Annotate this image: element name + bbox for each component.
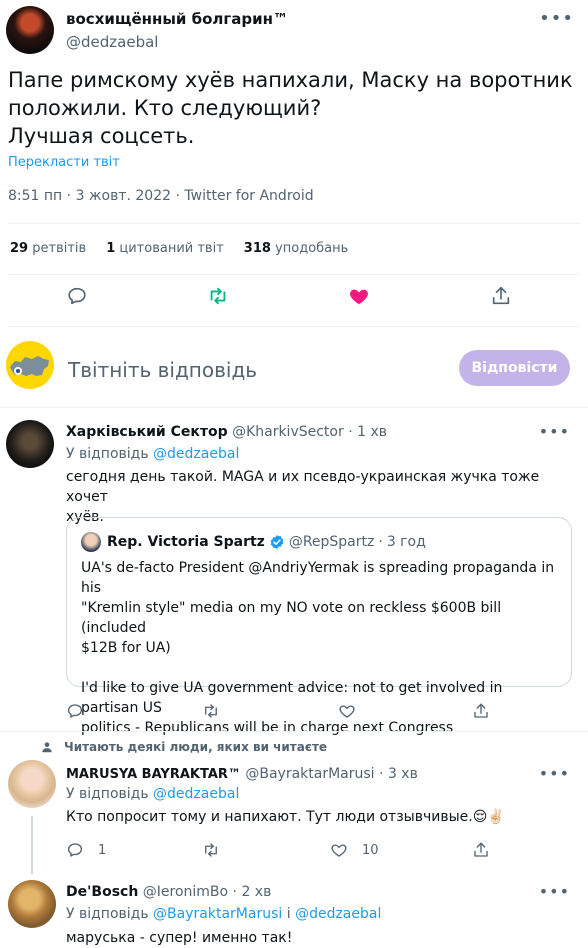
reply-to-handle[interactable]: @dedzaebal	[153, 786, 239, 802]
tweet-text: Папе римскому хуёв напихали, Маску на во…	[8, 66, 578, 150]
divider	[8, 223, 580, 224]
tweet-meta: 8:51 пп · 3 жовт. 2022 · Twitter for And…	[8, 188, 314, 204]
tweet-text: маруська - супер! именно так!	[66, 930, 293, 946]
emoji: 😌✌🏻	[472, 809, 505, 825]
quote-header: Rep. Victoria Spartz @RepSpartz · 3 год	[81, 532, 426, 552]
separator: ·	[175, 188, 180, 204]
like-icon[interactable]	[338, 701, 370, 721]
divider	[8, 326, 580, 327]
tweet-date[interactable]: 3 жовт. 2022	[76, 188, 171, 204]
quoted-tweet[interactable]: Rep. Victoria Spartz @RepSpartz · 3 год …	[66, 517, 572, 736]
like-icon[interactable]	[348, 285, 372, 309]
reply-to-handle[interactable]: @dedzaebal	[153, 446, 239, 462]
quote-text-line: "Kremlin style" media on my NO vote on r…	[81, 600, 502, 636]
likes-stat[interactable]: 318 уподобань	[244, 241, 349, 256]
reply-to: У відповідь @BayraktarMarusi і @dedzaeba…	[66, 906, 381, 922]
author-name[interactable]: MARUSYA BAYRAKTAR™	[66, 767, 241, 782]
divider	[8, 274, 580, 275]
author-name: Rep. Victoria Spartz	[107, 534, 265, 550]
reply-header: MARUSYA BAYRAKTAR™ @BayraktarMarusi · 3 …	[66, 766, 418, 782]
reply-to-label: У відповідь	[66, 786, 149, 802]
social-context: Читають деякі люди, яких ви читаєте	[40, 740, 327, 754]
tweet-text-line: положили. Кто следующий?	[8, 96, 322, 120]
author-handle[interactable]: @BayraktarMarusi	[245, 766, 374, 782]
author-name[interactable]: De'Bosch	[66, 884, 138, 900]
tweet-time[interactable]: 8:51 пп	[8, 188, 62, 204]
retweet-icon[interactable]	[202, 701, 234, 721]
share-icon[interactable]	[490, 285, 514, 309]
author-name[interactable]: восхищённый болгарин™	[66, 10, 288, 28]
like-count: 10	[362, 842, 379, 858]
translate-link[interactable]: Перекласти твіт	[8, 155, 120, 170]
separator: ·	[378, 534, 383, 550]
reply-to-handle[interactable]: @dedzaebal	[295, 906, 381, 922]
main-author-row: восхищённый болгарин™ @dedzaebal •••	[6, 6, 582, 56]
reply-icon[interactable]: 1	[66, 840, 106, 860]
avatar[interactable]	[6, 6, 54, 54]
author-handle[interactable]: @dedzaebal	[66, 33, 158, 51]
avatar	[81, 532, 101, 552]
share-icon[interactable]	[472, 840, 504, 860]
separator: ·	[66, 188, 72, 204]
more-options-icon[interactable]: •••	[539, 8, 574, 29]
reply-count: 1	[98, 842, 107, 858]
tweet-source[interactable]: Twitter for Android	[184, 188, 313, 204]
retweets-stat[interactable]: 29 ретвітів	[10, 241, 86, 256]
reply-to: У відповідь @dedzaebal	[66, 786, 239, 802]
reply-button[interactable]: Відповісти	[459, 350, 570, 386]
reply-icon[interactable]	[66, 285, 90, 309]
separator: ·	[348, 424, 353, 440]
main-actions	[0, 285, 588, 315]
reply-to-label: У відповідь	[66, 906, 149, 922]
author-handle: @RepSpartz	[288, 534, 375, 550]
divider	[0, 407, 588, 408]
reply-to: У відповідь @dedzaebal	[66, 446, 239, 462]
avatar[interactable]	[6, 420, 54, 468]
verified-icon	[270, 535, 284, 549]
tweet-time: 3 год	[386, 534, 426, 550]
retweet-icon[interactable]	[207, 285, 231, 309]
avatar[interactable]	[6, 341, 54, 389]
reply-to-handle[interactable]: @BayraktarMarusi	[153, 906, 282, 922]
tweet-text: Кто попросит тому и напихают. Тут люди о…	[66, 807, 576, 827]
reply-icon[interactable]	[66, 701, 98, 721]
reply-composer: Твітніть відповідь Відповісти	[0, 333, 588, 409]
social-context-label: Читають деякі люди, яких ви читаєте	[64, 740, 328, 754]
reply-actions	[66, 701, 506, 725]
reply-header: Харківський Сектор @KharkivSector · 1 хв	[66, 424, 387, 440]
quote-text-line: $12B for UA)	[81, 640, 171, 656]
tweet-text-body: Кто попросит тому и напихают. Тут люди о…	[66, 809, 473, 825]
reply-actions: 1 10	[66, 840, 506, 864]
reply-tweet[interactable]: De'Bosch @IeronimBo · 2 хв ••• У відпові…	[0, 876, 588, 948]
author-handle[interactable]: @IeronimBo	[143, 884, 228, 900]
separator: ·	[232, 884, 237, 900]
avatar[interactable]	[8, 880, 56, 928]
tweet-time[interactable]: 3 хв	[388, 766, 418, 782]
quote-text-line: UA's de-facto President @AndriyYermak is…	[81, 560, 555, 596]
more-options-icon[interactable]: •••	[539, 882, 570, 901]
more-options-icon[interactable]: •••	[539, 764, 570, 783]
tweet-time[interactable]: 1 хв	[357, 424, 387, 440]
reply-input[interactable]: Твітніть відповідь	[68, 358, 257, 382]
person-icon	[42, 742, 52, 753]
author-handle[interactable]: @KharkivSector	[232, 424, 344, 440]
more-options-icon[interactable]: •••	[539, 422, 570, 441]
reply-to-conjunction: і	[286, 906, 291, 922]
author-name[interactable]: Харківський Сектор	[66, 424, 228, 440]
thread-line	[31, 816, 33, 874]
retweet-icon[interactable]	[202, 840, 234, 860]
share-icon[interactable]	[472, 701, 504, 721]
tweet-stats: 29 ретвітів 1 цитований твіт 318 уподоба…	[10, 241, 348, 256]
tweet-text-line: Папе римскому хуёв напихали, Маску на во…	[8, 68, 573, 92]
avatar[interactable]	[8, 760, 56, 808]
tweet-text-line: Лучшая соцсеть.	[8, 124, 195, 148]
tweet-text-line: сегодня день такой. MAGA и их псевдо-укр…	[66, 469, 540, 505]
tweet-time[interactable]: 2 хв	[241, 884, 271, 900]
reply-header: De'Bosch @IeronimBo · 2 хв	[66, 884, 271, 900]
separator: ·	[379, 766, 384, 782]
reply-to-label: У відповідь	[66, 446, 149, 462]
quotes-stat[interactable]: 1 цитований твіт	[106, 241, 224, 256]
like-icon[interactable]: 10	[330, 840, 379, 860]
divider	[0, 731, 588, 732]
